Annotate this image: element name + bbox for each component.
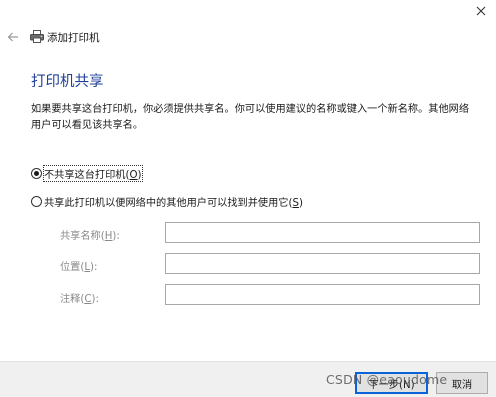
radio-share-suffix: ) [298,198,303,209]
radio-share-label[interactable]: 共享此打印机以便网络中的其他用户可以找到并使用它(S) [44,194,303,209]
radio-share-text: 共享此打印机以便网络中的其他用户可以找到并使用它( [44,198,293,209]
radio-no-share-text: 不共享这台打印机( [44,170,130,181]
comment-label: 注释(C): [60,294,99,305]
radio-no-share[interactable]: 不共享这台打印机(O) [31,165,143,182]
location-label: 位置(L): [60,262,98,273]
radio-no-share-label[interactable]: 不共享这台打印机(O) [43,165,143,182]
close-button[interactable] [470,2,492,20]
page-description: 如果要共享这台打印机，你必须提供共享名。你可以使用建议的名称或键入一个新名称。其… [31,104,470,131]
radio-share[interactable]: 共享此打印机以便网络中的其他用户可以找到并使用它(S) [31,194,303,209]
printer-icon [30,30,44,43]
wizard-title: 添加打印机 [47,32,100,44]
radio-no-share-suffix: ) [137,170,142,181]
share-name-label: 共享名称(H): [60,231,120,242]
location-input[interactable] [165,253,480,274]
close-icon [476,6,486,16]
page-heading: 打印机共享 [31,74,104,90]
radio-no-share-indicator[interactable] [31,168,42,179]
radio-no-share-accesskey: O [129,170,138,181]
watermark: CSDN @eaoudome [326,372,448,387]
comment-input[interactable] [165,284,480,305]
back-arrow-icon[interactable] [6,30,20,44]
share-name-input[interactable] [165,222,480,243]
radio-share-indicator[interactable] [31,196,42,207]
